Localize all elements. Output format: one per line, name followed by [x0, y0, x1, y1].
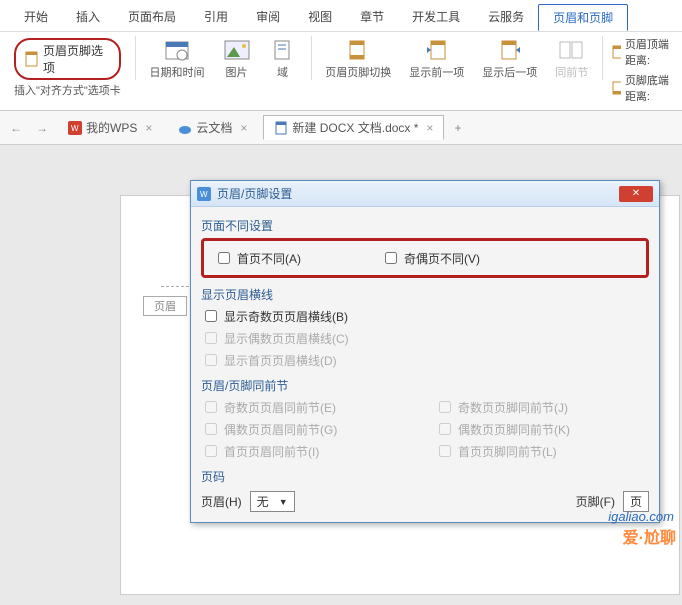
same-prev-icon — [558, 38, 586, 62]
picture-button[interactable]: 图片 — [217, 36, 257, 82]
margin-bottom-icon — [611, 81, 621, 95]
show-next-button[interactable]: 显示后一项 — [476, 36, 543, 82]
section-diff-title: 页面不同设置 — [201, 217, 649, 234]
section-line-title: 显示页眉横线 — [201, 286, 649, 303]
doctab-wps[interactable]: W 我的WPS × — [58, 116, 162, 139]
footer-pagenum-label: 页脚(F) — [576, 493, 615, 510]
tab-header-footer[interactable]: 页眉和页脚 — [538, 4, 628, 31]
tab-section[interactable]: 章节 — [346, 4, 398, 31]
close-icon[interactable]: × — [145, 121, 152, 135]
watermark-text: 爱·尬聊 — [623, 524, 676, 548]
hdr-odd-checkbox: 奇数页页眉同前节(E) — [201, 398, 415, 416]
tab-layout[interactable]: 页面布局 — [114, 4, 190, 31]
cloud-icon — [178, 121, 192, 135]
tab-review[interactable]: 审阅 — [242, 4, 294, 31]
nav-forward[interactable]: → — [32, 121, 52, 135]
line-even-checkbox: 显示偶数页页眉横线(C) — [201, 329, 649, 347]
document-tabs: ← → W 我的WPS × 云文档 × 新建 DOCX 文档.docx * × … — [0, 111, 682, 145]
close-button[interactable]: ✕ — [619, 186, 653, 202]
separator — [311, 36, 312, 80]
close-icon[interactable]: × — [240, 121, 247, 135]
close-icon[interactable]: × — [426, 121, 433, 135]
ftr-even-checkbox: 偶数页页脚同前节(K) — [435, 420, 649, 438]
tab-dev[interactable]: 开发工具 — [398, 4, 474, 31]
field-icon — [269, 38, 297, 62]
first-page-diff-checkbox[interactable]: 首页不同(A) — [214, 249, 301, 267]
nav-back[interactable]: ← — [6, 121, 26, 135]
ftr-odd-checkbox: 奇数页页脚同前节(J) — [435, 398, 649, 416]
switch-button[interactable]: 页眉页脚切换 — [319, 36, 397, 82]
switch-icon — [344, 38, 372, 62]
wps-icon: W — [68, 121, 82, 135]
margin-controls: 页眉顶端距离: 页脚底端距离: — [611, 36, 674, 104]
chevron-down-icon: ▼ — [279, 497, 288, 507]
header-top-margin[interactable]: 页眉顶端距离: — [611, 36, 674, 68]
next-icon — [496, 38, 524, 62]
svg-text:W: W — [71, 124, 79, 133]
options-label: 页眉页脚选项 — [43, 42, 111, 76]
header-footer-options-button[interactable]: 页眉页脚选项 — [14, 38, 121, 80]
page-icon — [24, 51, 39, 67]
hdr-even-checkbox: 偶数页页眉同前节(G) — [201, 420, 415, 438]
section-pagenum-title: 页码 — [201, 468, 649, 485]
field-button[interactable]: 域 — [263, 36, 303, 82]
tab-view[interactable]: 视图 — [294, 4, 346, 31]
insert-align-caption: 插入"对齐方式"选项卡 — [14, 82, 121, 98]
header-label: 页眉 — [143, 296, 187, 316]
tab-cloud[interactable]: 云服务 — [474, 4, 538, 31]
tab-start[interactable]: 开始 — [10, 4, 62, 31]
new-tab[interactable]: + — [450, 121, 465, 135]
prev-icon — [423, 38, 451, 62]
calendar-icon — [163, 38, 191, 62]
odd-even-diff-checkbox[interactable]: 奇偶页不同(V) — [381, 249, 480, 267]
footer-bottom-margin[interactable]: 页脚底端距离: — [611, 72, 674, 104]
line-odd-checkbox[interactable]: 显示奇数页页眉横线(B) — [201, 307, 649, 325]
svg-text:W: W — [200, 190, 208, 199]
same-prev-button[interactable]: 同前节 — [549, 36, 594, 82]
diff-options-highlight: 首页不同(A) 奇偶页不同(V) — [201, 238, 649, 278]
section-same-title: 页眉/页脚同前节 — [201, 377, 649, 394]
header-pagenum-select[interactable]: 无▼ — [250, 491, 295, 512]
menu-bar: 开始 插入 页面布局 引用 审阅 视图 章节 开发工具 云服务 页眉和页脚 — [0, 0, 682, 32]
separator — [602, 36, 603, 80]
line-first-checkbox: 显示首页页眉横线(D) — [201, 351, 649, 369]
header-pagenum-label: 页眉(H) — [201, 493, 242, 510]
ribbon: 页眉页脚选项 插入"对齐方式"选项卡 日期和时间 图片 域 页眉页脚切换 显示前… — [0, 32, 682, 111]
ribbon-options-group: 页眉页脚选项 插入"对齐方式"选项卡 — [8, 36, 127, 100]
margin-top-icon — [611, 45, 621, 59]
datetime-button[interactable]: 日期和时间 — [144, 36, 211, 82]
show-prev-button[interactable]: 显示前一项 — [403, 36, 470, 82]
doctab-cloud[interactable]: 云文档 × — [168, 116, 257, 139]
header-footer-dialog: W 页眉/页脚设置 ✕ 页面不同设置 首页不同(A) 奇偶页不同(V) 显示页眉… — [190, 180, 660, 523]
doctab-active[interactable]: 新建 DOCX 文档.docx * × — [263, 115, 444, 140]
dialog-body: 页面不同设置 首页不同(A) 奇偶页不同(V) 显示页眉横线 显示奇数页页眉横线… — [191, 207, 659, 522]
dialog-titlebar[interactable]: W 页眉/页脚设置 ✕ — [191, 181, 659, 207]
tab-insert[interactable]: 插入 — [62, 4, 114, 31]
picture-icon — [223, 38, 251, 62]
dialog-title: 页眉/页脚设置 — [217, 185, 613, 202]
separator — [135, 36, 136, 80]
tab-reference[interactable]: 引用 — [190, 4, 242, 31]
doc-icon — [274, 121, 288, 135]
ftr-first-checkbox: 首页页脚同前节(L) — [435, 442, 649, 460]
app-icon: W — [197, 187, 211, 201]
hdr-first-checkbox: 首页页眉同前节(I) — [201, 442, 415, 460]
watermark-url: igaliao.com — [608, 509, 674, 524]
